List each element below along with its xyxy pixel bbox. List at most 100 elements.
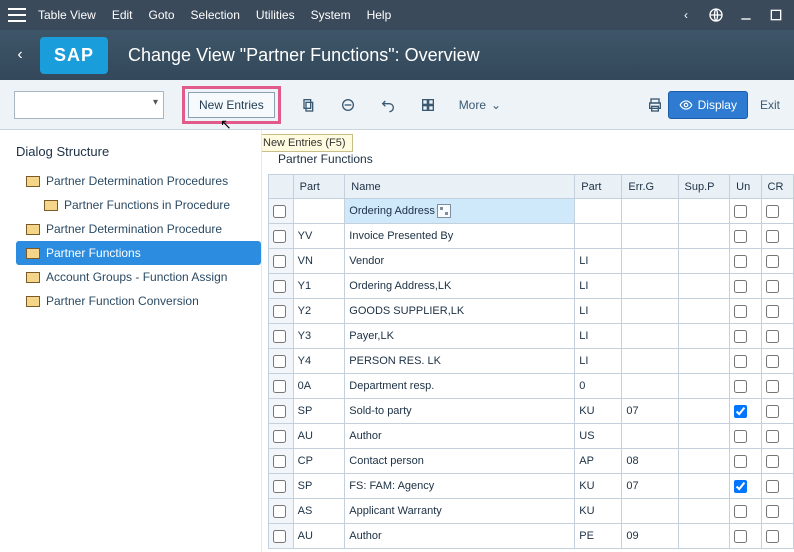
- cell-name[interactable]: FS: FAM: Agency: [345, 474, 575, 499]
- cell-part-fn[interactable]: AU: [293, 424, 345, 449]
- cell-cr[interactable]: [761, 324, 793, 349]
- tree-item-5[interactable]: Partner Function Conversion: [16, 289, 261, 313]
- cell-sup[interactable]: [678, 274, 730, 299]
- table-row[interactable]: AUAuthorUS: [269, 424, 794, 449]
- table-row[interactable]: SPSold-to partyKU07: [269, 399, 794, 424]
- cell-cr[interactable]: [761, 524, 793, 549]
- tree-item-0[interactable]: Partner Determination Procedures: [16, 169, 261, 193]
- cell-error-group[interactable]: 08: [622, 449, 678, 474]
- col-header-5[interactable]: Un: [730, 175, 761, 199]
- cell-cr[interactable]: [761, 349, 793, 374]
- cell-part-fn[interactable]: [293, 199, 345, 224]
- row-selector[interactable]: [269, 349, 294, 374]
- cell-error-group[interactable]: 07: [622, 399, 678, 424]
- cell-error-group[interactable]: [622, 199, 678, 224]
- cr-checkbox[interactable]: [766, 380, 779, 393]
- cell-error-group[interactable]: [622, 424, 678, 449]
- cr-checkbox[interactable]: [766, 530, 779, 543]
- cell-error-group[interactable]: [622, 224, 678, 249]
- back-icon[interactable]: ‹: [0, 46, 40, 64]
- cell-sup[interactable]: [678, 524, 730, 549]
- col-header-6[interactable]: CR: [761, 175, 793, 199]
- cell-sup[interactable]: [678, 474, 730, 499]
- cell-unique[interactable]: [730, 499, 761, 524]
- cell-name[interactable]: Author: [345, 424, 575, 449]
- row-select-checkbox[interactable]: [273, 255, 286, 268]
- cell-name[interactable]: GOODS SUPPLIER,LK: [345, 299, 575, 324]
- row-selector[interactable]: [269, 474, 294, 499]
- row-selector[interactable]: [269, 374, 294, 399]
- unique-checkbox[interactable]: [734, 430, 747, 443]
- cr-checkbox[interactable]: [766, 505, 779, 518]
- row-select-checkbox[interactable]: [273, 480, 286, 493]
- menu-goto[interactable]: Goto: [149, 8, 175, 22]
- cr-checkbox[interactable]: [766, 455, 779, 468]
- cell-part-fn[interactable]: YV: [293, 224, 345, 249]
- table-row[interactable]: 0ADepartment resp.0: [269, 374, 794, 399]
- cr-checkbox[interactable]: [766, 430, 779, 443]
- cell-sup[interactable]: [678, 199, 730, 224]
- menu-edit[interactable]: Edit: [112, 8, 133, 22]
- tree-item-1[interactable]: Partner Functions in Procedure: [16, 193, 261, 217]
- cell-part-fn[interactable]: SP: [293, 399, 345, 424]
- row-select-checkbox[interactable]: [273, 230, 286, 243]
- back-small-icon[interactable]: ‹: [676, 5, 696, 25]
- row-selector[interactable]: [269, 249, 294, 274]
- cell-unique[interactable]: [730, 324, 761, 349]
- row-selector[interactable]: [269, 199, 294, 224]
- cell-part-fn[interactable]: Y4: [293, 349, 345, 374]
- row-select-checkbox[interactable]: [273, 205, 286, 218]
- cell-sup[interactable]: [678, 324, 730, 349]
- cell-partner-type[interactable]: KU: [575, 499, 622, 524]
- cell-name[interactable]: PERSON RES. LK: [345, 349, 575, 374]
- table-row[interactable]: Y1Ordering Address,LKLI: [269, 274, 794, 299]
- globe-icon[interactable]: [706, 5, 726, 25]
- cell-part-fn[interactable]: AS: [293, 499, 345, 524]
- cell-part-fn[interactable]: Y3: [293, 324, 345, 349]
- cell-unique[interactable]: [730, 399, 761, 424]
- row-select-checkbox[interactable]: [273, 355, 286, 368]
- command-field[interactable]: [14, 91, 164, 119]
- cell-part-fn[interactable]: AU: [293, 524, 345, 549]
- window-icon[interactable]: [766, 5, 786, 25]
- cell-unique[interactable]: [730, 274, 761, 299]
- table-row[interactable]: Y3Payer,LKLI: [269, 324, 794, 349]
- cell-partner-type[interactable]: KU: [575, 474, 622, 499]
- table-row[interactable]: CPContact personAP08: [269, 449, 794, 474]
- cell-error-group[interactable]: [622, 249, 678, 274]
- cr-checkbox[interactable]: [766, 355, 779, 368]
- cell-unique[interactable]: [730, 249, 761, 274]
- unique-checkbox[interactable]: [734, 355, 747, 368]
- row-selector[interactable]: [269, 499, 294, 524]
- cell-error-group[interactable]: [622, 499, 678, 524]
- cell-part-fn[interactable]: VN: [293, 249, 345, 274]
- tree-item-3[interactable]: Partner Functions: [16, 241, 261, 265]
- cr-checkbox[interactable]: [766, 205, 779, 218]
- cr-checkbox[interactable]: [766, 305, 779, 318]
- cell-partner-type[interactable]: [575, 224, 622, 249]
- cell-sup[interactable]: [678, 299, 730, 324]
- table-row[interactable]: ASApplicant WarrantyKU: [269, 499, 794, 524]
- new-entries-button[interactable]: New Entries: [188, 92, 275, 118]
- cell-cr[interactable]: [761, 499, 793, 524]
- row-select-checkbox[interactable]: [273, 405, 286, 418]
- cr-checkbox[interactable]: [766, 330, 779, 343]
- cell-error-group[interactable]: [622, 274, 678, 299]
- menu-help[interactable]: Help: [367, 8, 392, 22]
- cell-part-fn[interactable]: 0A: [293, 374, 345, 399]
- cell-partner-type[interactable]: PE: [575, 524, 622, 549]
- menu-utilities[interactable]: Utilities: [256, 8, 295, 22]
- cell-name[interactable]: Vendor: [345, 249, 575, 274]
- cell-unique[interactable]: [730, 224, 761, 249]
- cell-error-group[interactable]: [622, 374, 678, 399]
- cell-cr[interactable]: [761, 424, 793, 449]
- row-select-checkbox[interactable]: [273, 455, 286, 468]
- cell-error-group[interactable]: [622, 299, 678, 324]
- cell-part-fn[interactable]: CP: [293, 449, 345, 474]
- unique-checkbox[interactable]: [734, 205, 747, 218]
- row-selector[interactable]: [269, 224, 294, 249]
- cell-partner-type[interactable]: KU: [575, 399, 622, 424]
- delete-icon[interactable]: [335, 92, 361, 118]
- cell-unique[interactable]: [730, 199, 761, 224]
- cell-partner-type[interactable]: US: [575, 424, 622, 449]
